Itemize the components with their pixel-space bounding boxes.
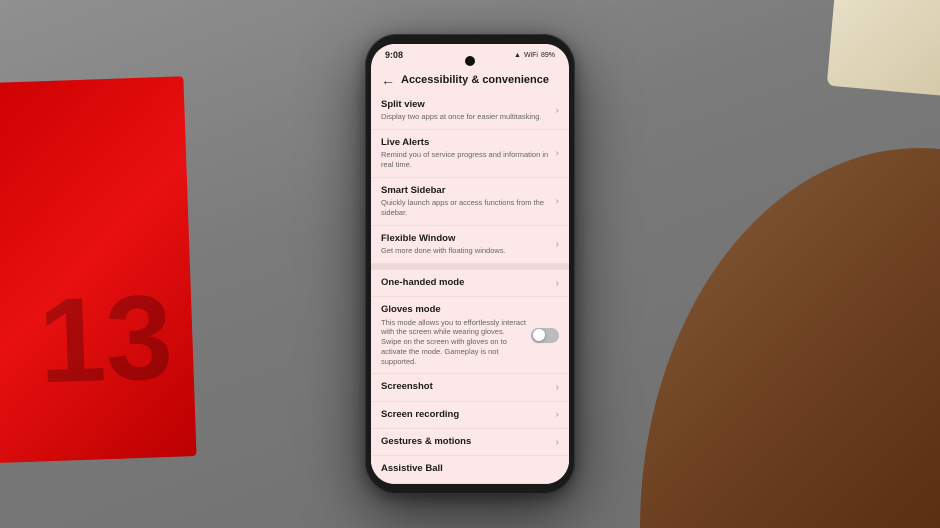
assistive-ball-content: Assistive Ball xyxy=(381,463,559,475)
split-view-chevron: › xyxy=(556,105,559,116)
settings-item-flexible-window[interactable]: Flexible Window Get more done with float… xyxy=(371,226,569,264)
settings-item-split-view[interactable]: Split view Display two apps at once for … xyxy=(371,92,569,130)
gloves-mode-toggle-knob xyxy=(533,329,545,341)
split-view-title: Split view xyxy=(381,99,552,111)
phone: 9:08 ▲ WiFi 89% ← Accessibility & conven… xyxy=(365,34,575,494)
smart-sidebar-title: Smart Sidebar xyxy=(381,185,552,197)
settings-item-screenshot[interactable]: Screenshot › xyxy=(371,374,569,401)
settings-item-screen-recording[interactable]: Screen recording › xyxy=(371,402,569,429)
flexible-window-content: Flexible Window Get more done with float… xyxy=(381,233,556,256)
wifi-icon: WiFi xyxy=(524,52,538,59)
split-view-desc: Display two apps at once for easier mult… xyxy=(381,112,552,122)
phone-body: 9:08 ▲ WiFi 89% ← Accessibility & conven… xyxy=(365,34,575,494)
settings-item-assistive-ball[interactable]: Assistive Ball xyxy=(371,456,569,483)
one-handed-mode-title: One-handed mode xyxy=(381,277,552,289)
gestures-motions-content: Gestures & motions xyxy=(381,436,556,448)
red-box-number: 13 xyxy=(37,277,175,402)
gloves-mode-content: Gloves mode This mode allows you to effo… xyxy=(381,304,531,366)
gloves-mode-title: Gloves mode xyxy=(381,304,527,316)
camera-notch xyxy=(465,56,475,66)
gloves-mode-toggle[interactable] xyxy=(531,328,559,343)
flexible-window-title: Flexible Window xyxy=(381,233,552,245)
settings-item-one-handed-mode[interactable]: One-handed mode › xyxy=(371,270,569,297)
gestures-motions-title: Gestures & motions xyxy=(381,436,552,448)
split-view-content: Split view Display two apps at once for … xyxy=(381,99,556,122)
screenshot-content: Screenshot xyxy=(381,381,556,393)
screen-recording-content: Screen recording xyxy=(381,409,556,421)
smart-sidebar-desc: Quickly launch apps or access functions … xyxy=(381,198,552,218)
live-alerts-desc: Remind you of service progress and infor… xyxy=(381,150,552,170)
status-icons: ▲ WiFi 89% xyxy=(514,52,555,59)
screenshot-chevron: › xyxy=(556,382,559,393)
screen-recording-chevron: › xyxy=(556,409,559,420)
phone-screen: 9:08 ▲ WiFi 89% ← Accessibility & conven… xyxy=(371,44,569,484)
live-alerts-title: Live Alerts xyxy=(381,137,552,149)
settings-list: Split view Display two apps at once for … xyxy=(371,92,569,484)
flexible-window-desc: Get more done with floating windows. xyxy=(381,246,552,256)
back-button[interactable]: ← xyxy=(381,72,395,88)
smart-sidebar-chevron: › xyxy=(556,196,559,207)
paper-decoration xyxy=(827,0,940,96)
status-time: 9:08 xyxy=(385,50,403,60)
top-navigation-bar: ← Accessibility & convenience xyxy=(371,66,569,92)
smart-sidebar-content: Smart Sidebar Quickly launch apps or acc… xyxy=(381,185,556,218)
gloves-mode-desc: This mode allows you to effortlessly int… xyxy=(381,318,527,367)
one-handed-mode-content: One-handed mode xyxy=(381,277,556,289)
live-alerts-chevron: › xyxy=(556,148,559,159)
flexible-window-chevron: › xyxy=(556,239,559,250)
screen-recording-title: Screen recording xyxy=(381,409,552,421)
one-handed-mode-chevron: › xyxy=(556,278,559,289)
page-title: Accessibility & convenience xyxy=(401,74,549,86)
settings-item-gestures-motions[interactable]: Gestures & motions › xyxy=(371,429,569,456)
screenshot-title: Screenshot xyxy=(381,381,552,393)
signal-icon: ▲ xyxy=(514,52,521,59)
assistive-ball-title: Assistive Ball xyxy=(381,463,555,475)
settings-item-smart-sidebar[interactable]: Smart Sidebar Quickly launch apps or acc… xyxy=(371,178,569,226)
settings-item-gloves-mode[interactable]: Gloves mode This mode allows you to effo… xyxy=(371,297,569,374)
live-alerts-content: Live Alerts Remind you of service progre… xyxy=(381,137,556,170)
settings-item-live-alerts[interactable]: Live Alerts Remind you of service progre… xyxy=(371,130,569,178)
battery-icon: 89% xyxy=(541,52,555,59)
gestures-motions-chevron: › xyxy=(556,437,559,448)
red-box-decoration: 13 xyxy=(0,76,197,463)
